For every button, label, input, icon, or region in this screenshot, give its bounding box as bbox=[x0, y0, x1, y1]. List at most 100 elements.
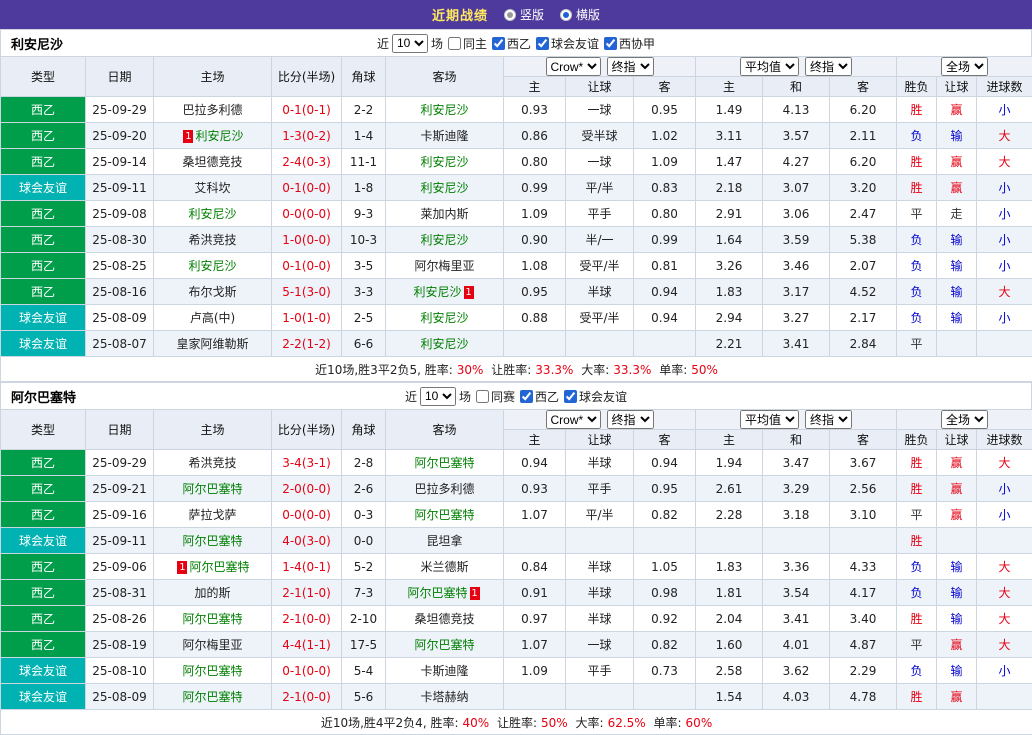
filter-checkbox[interactable]: 同主 bbox=[448, 35, 487, 52]
recent-count-select[interactable]: 10 bbox=[420, 387, 456, 406]
filter-checkbox-input[interactable] bbox=[492, 37, 505, 50]
home-team-name[interactable]: 阿尔巴塞特 bbox=[182, 482, 242, 496]
home-team-name[interactable]: 利安尼沙 bbox=[188, 259, 236, 273]
home-team-name[interactable]: 艾科坎 bbox=[194, 181, 230, 195]
corner-cell: 17-5 bbox=[342, 632, 386, 658]
match-row: 球会友谊 25-09-11 艾科坎 0-1(0-0) 1-8 利安尼沙 0.99… bbox=[1, 175, 1032, 201]
match-date: 25-08-31 bbox=[86, 580, 154, 606]
away-team-name[interactable]: 莱加内斯 bbox=[420, 207, 468, 221]
layout-radio-vertical[interactable]: 竖版 bbox=[504, 6, 544, 23]
home-team-name[interactable]: 利安尼沙 bbox=[188, 207, 236, 221]
home-team-name[interactable]: 卢高(中) bbox=[190, 311, 235, 325]
home-team-name[interactable]: 布尔戈斯 bbox=[188, 285, 236, 299]
radio-unselected-icon[interactable] bbox=[504, 9, 516, 21]
away-team-name[interactable]: 阿尔巴塞特 bbox=[407, 586, 467, 600]
radio-selected-icon[interactable] bbox=[560, 9, 572, 21]
odds-stage-select[interactable]: 终指 bbox=[607, 410, 654, 429]
home-team-name[interactable]: 加的斯 bbox=[194, 586, 230, 600]
col-odds-away: 客 bbox=[634, 77, 696, 97]
away-team-name[interactable]: 米兰德斯 bbox=[420, 560, 468, 574]
odds-stage-select[interactable]: 终指 bbox=[607, 57, 654, 76]
odds-away-cell: 0.94 bbox=[634, 450, 696, 476]
filter-checkbox[interactable]: 西协甲 bbox=[604, 35, 655, 52]
filter-checkbox-input[interactable] bbox=[476, 390, 489, 403]
page-title: 近期战绩 bbox=[432, 5, 488, 24]
away-team-name[interactable]: 卡塔赫纳 bbox=[420, 690, 468, 704]
home-team-name[interactable]: 桑坦德竞技 bbox=[182, 155, 242, 169]
avg-home-cell: 1.83 bbox=[696, 279, 763, 305]
away-team-name[interactable]: 利安尼沙 bbox=[420, 103, 468, 117]
home-team-name[interactable]: 巴拉多利德 bbox=[182, 103, 242, 117]
away-team-name[interactable]: 卡斯迪隆 bbox=[420, 129, 468, 143]
home-team-name[interactable]: 希洪竞技 bbox=[188, 456, 236, 470]
goals-cell: 大 bbox=[977, 123, 1032, 149]
red-card-icon: 1 bbox=[464, 286, 474, 299]
home-team-name[interactable]: 阿尔巴塞特 bbox=[182, 690, 242, 704]
home-team-cell: 阿尔梅里亚 bbox=[154, 632, 272, 658]
home-team-name[interactable]: 希洪竞技 bbox=[188, 233, 236, 247]
home-team-name[interactable]: 萨拉戈萨 bbox=[188, 508, 236, 522]
away-team-name[interactable]: 桑坦德竞技 bbox=[414, 612, 474, 626]
filter-checkbox[interactable]: 西乙 bbox=[492, 35, 531, 52]
away-team-name[interactable]: 阿尔梅里亚 bbox=[414, 259, 474, 273]
filter-checkbox-input[interactable] bbox=[536, 37, 549, 50]
result-cell: 平 bbox=[897, 502, 937, 528]
away-team-name[interactable]: 利安尼沙 bbox=[420, 337, 468, 351]
away-team-name[interactable]: 阿尔巴塞特 bbox=[414, 456, 474, 470]
score-cell: 3-4(3-1) bbox=[272, 450, 342, 476]
away-team-cell: 阿尔巴塞特 bbox=[386, 450, 504, 476]
home-team-name[interactable]: 阿尔巴塞特 bbox=[182, 534, 242, 548]
layout-radio-horizontal[interactable]: 横版 bbox=[560, 6, 600, 23]
match-date: 25-09-16 bbox=[86, 502, 154, 528]
home-team-name[interactable]: 阿尔巴塞特 bbox=[182, 664, 242, 678]
cover-cell: 走 bbox=[937, 201, 977, 227]
away-team-name[interactable]: 利安尼沙 bbox=[413, 285, 461, 299]
filter-checkbox[interactable]: 球会友谊 bbox=[536, 35, 599, 52]
home-team-name[interactable]: 皇家阿维勒斯 bbox=[176, 337, 248, 351]
bookmaker-select[interactable]: Crow* bbox=[546, 57, 601, 76]
recent-count-select[interactable]: 10 bbox=[392, 34, 428, 53]
away-team-name[interactable]: 阿尔巴塞特 bbox=[414, 638, 474, 652]
bookmaker-select[interactable]: Crow* bbox=[546, 410, 601, 429]
average-select[interactable]: 平均值 bbox=[740, 410, 799, 429]
corner-cell: 7-3 bbox=[342, 580, 386, 606]
avg-away-cell: 6.20 bbox=[830, 149, 897, 175]
filter-checkbox-input[interactable] bbox=[604, 37, 617, 50]
league-badge: 球会友谊 bbox=[1, 175, 86, 201]
goals-cell: 大 bbox=[977, 149, 1032, 175]
away-team-name[interactable]: 昆坦拿 bbox=[426, 534, 462, 548]
filter-checkbox[interactable]: 西乙 bbox=[520, 388, 559, 405]
away-team-name[interactable]: 利安尼沙 bbox=[420, 155, 468, 169]
away-team-name[interactable]: 卡斯迪隆 bbox=[420, 664, 468, 678]
average-select[interactable]: 平均值 bbox=[740, 57, 799, 76]
score-cell: 0-0(0-0) bbox=[272, 502, 342, 528]
filter-checkbox-input[interactable] bbox=[564, 390, 577, 403]
away-team-name[interactable]: 巴拉多利德 bbox=[414, 482, 474, 496]
home-team-cell: 萨拉戈萨 bbox=[154, 502, 272, 528]
home-team-name[interactable]: 阿尔巴塞特 bbox=[189, 560, 249, 574]
away-team-name[interactable]: 利安尼沙 bbox=[420, 181, 468, 195]
filter-checkbox-input[interactable] bbox=[448, 37, 461, 50]
home-team-name[interactable]: 阿尔巴塞特 bbox=[182, 612, 242, 626]
scope-select[interactable]: 全场 bbox=[941, 410, 988, 429]
odds-away-cell: 0.99 bbox=[634, 227, 696, 253]
goals-cell: 大 bbox=[977, 279, 1032, 305]
odds-stage-select2[interactable]: 终指 bbox=[805, 57, 852, 76]
scope-select[interactable]: 全场 bbox=[941, 57, 988, 76]
away-team-name[interactable]: 利安尼沙 bbox=[420, 233, 468, 247]
recent-suffix-label: 场 bbox=[459, 388, 471, 405]
col-avg-away: 客 bbox=[830, 430, 897, 450]
odds-stage-select2[interactable]: 终指 bbox=[805, 410, 852, 429]
filter-checkbox[interactable]: 同赛 bbox=[476, 388, 515, 405]
home-team-name[interactable]: 利安尼沙 bbox=[195, 129, 243, 143]
away-team-name[interactable]: 利安尼沙 bbox=[420, 311, 468, 325]
filter-checkbox-input[interactable] bbox=[520, 390, 533, 403]
home-team-name[interactable]: 阿尔梅里亚 bbox=[182, 638, 242, 652]
filter-checkbox-label: 西乙 bbox=[507, 35, 531, 52]
table-controls-row: 类型 日期 主场 比分(半场) 角球 客场 Crow*终指 平均值终指 全场 bbox=[1, 57, 1032, 77]
odds-away-cell: 0.73 bbox=[634, 658, 696, 684]
score-cell: 0-1(0-0) bbox=[272, 253, 342, 279]
away-team-name[interactable]: 阿尔巴塞特 bbox=[414, 508, 474, 522]
corner-cell: 3-5 bbox=[342, 253, 386, 279]
filter-checkbox[interactable]: 球会友谊 bbox=[564, 388, 627, 405]
